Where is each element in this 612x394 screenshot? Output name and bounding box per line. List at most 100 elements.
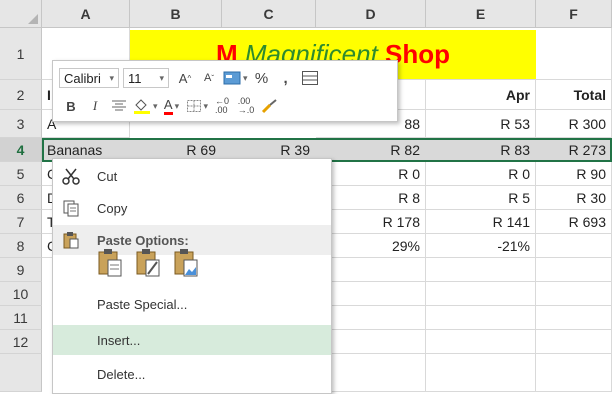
shrink-font-icon: A: [203, 72, 212, 84]
column-header-f[interactable]: F: [536, 0, 612, 28]
row-header-7[interactable]: 7: [0, 210, 42, 234]
italic-button[interactable]: I: [83, 95, 107, 117]
fill-color-button[interactable]: ▾: [131, 95, 160, 117]
cell-e2[interactable]: Apr: [426, 80, 536, 110]
cell-e13[interactable]: [426, 354, 536, 392]
menu-item-cut[interactable]: Cut: [53, 161, 331, 191]
menu-item-insert[interactable]: Insert...: [53, 325, 331, 355]
column-header-d[interactable]: D: [316, 0, 426, 28]
borders-button[interactable]: ▾: [184, 95, 211, 117]
paintbrush-icon: [262, 99, 277, 114]
cell-e8[interactable]: -21%: [426, 234, 536, 258]
decrease-decimal-button[interactable]: .00 →.0: [234, 95, 258, 117]
chevron-down-icon: ▾: [174, 100, 180, 111]
cell-styles-button[interactable]: ▾: [221, 67, 250, 89]
comma-style-button[interactable]: ,: [274, 67, 298, 89]
decrease-decimal-icon: .00 →.0: [237, 96, 255, 115]
row-header-1[interactable]: 1: [0, 28, 42, 80]
font-name-box[interactable]: Calibri ▾: [59, 68, 119, 88]
cell-f2[interactable]: Total: [536, 80, 612, 110]
decrease-font-size-button[interactable]: Aˇ: [197, 67, 221, 89]
cell-d8[interactable]: 29%: [316, 234, 426, 258]
clipboard-icon: [53, 231, 89, 249]
row-header-11[interactable]: 11: [0, 306, 42, 330]
cell-e7[interactable]: R 141: [426, 210, 536, 234]
menu-item-delete[interactable]: Delete...: [53, 359, 331, 389]
cell-f1[interactable]: [536, 28, 612, 80]
cell-d7[interactable]: R 178: [316, 210, 426, 234]
menu-item-paste-special[interactable]: Paste Special...: [53, 289, 331, 319]
mini-toolbar-row-1: Calibri ▾ 11 ▾ A ^ Aˇ ▾ % ,: [59, 65, 322, 91]
cell-d13[interactable]: [316, 354, 426, 392]
paste-picture-icon[interactable]: [173, 248, 199, 278]
font-color-icon: A: [163, 97, 173, 115]
cell-d6[interactable]: R 8: [316, 186, 426, 210]
cell-e12[interactable]: [426, 330, 536, 354]
increase-decimal-button[interactable]: ←0.00: [210, 95, 234, 117]
cell-f12[interactable]: [536, 330, 612, 354]
row-header-3[interactable]: 3: [0, 110, 42, 138]
align-center-icon: [112, 100, 126, 111]
chevron-down-icon: ▾: [243, 72, 248, 83]
scissors-icon: [53, 167, 89, 185]
format-table-button[interactable]: [298, 67, 322, 89]
cell-f3[interactable]: R 300: [536, 110, 612, 138]
cell-d12[interactable]: [316, 330, 426, 354]
menu-item-label: Paste Special...: [97, 296, 188, 312]
column-header-b[interactable]: B: [130, 0, 222, 28]
bold-button[interactable]: B: [59, 95, 83, 117]
mini-toolbar: Calibri ▾ 11 ▾ A ^ Aˇ ▾ % , B I ▾ A ▾ ▾ …: [52, 60, 398, 122]
cell-d9[interactable]: [316, 258, 426, 282]
font-color-button[interactable]: A ▾: [160, 95, 184, 117]
cell-f13[interactable]: [536, 354, 612, 392]
row-header-13[interactable]: [0, 354, 42, 392]
cell-e10[interactable]: [426, 282, 536, 306]
row-header-10[interactable]: 10: [0, 282, 42, 306]
row-header-8[interactable]: 8: [0, 234, 42, 258]
cell-e9[interactable]: [426, 258, 536, 282]
row-header-4[interactable]: 4: [0, 138, 42, 162]
align-center-button[interactable]: [107, 95, 131, 117]
font-size-box[interactable]: 11 ▾: [123, 68, 169, 88]
row-header-6[interactable]: 6: [0, 186, 42, 210]
font-size-value: 11: [128, 70, 142, 86]
cell-f7[interactable]: R 693: [536, 210, 612, 234]
cell-f5[interactable]: R 90: [536, 162, 612, 186]
cell-d11[interactable]: [316, 306, 426, 330]
cell-f11[interactable]: [536, 306, 612, 330]
select-all-corner[interactable]: [0, 0, 42, 28]
percent-style-button[interactable]: %: [250, 67, 274, 89]
row-header-9[interactable]: 9: [0, 258, 42, 282]
cell-d5[interactable]: R 0: [316, 162, 426, 186]
format-painter-button[interactable]: [258, 95, 282, 117]
paste-icon[interactable]: [97, 248, 123, 278]
column-header-e[interactable]: E: [426, 0, 536, 28]
column-header-a[interactable]: A: [42, 0, 130, 28]
chevron-down-icon: ▾: [109, 72, 114, 83]
cell-f10[interactable]: [536, 282, 612, 306]
cell-f6[interactable]: R 30: [536, 186, 612, 210]
increase-decimal-icon: ←0.00: [215, 96, 230, 115]
menu-item-copy[interactable]: Copy: [53, 193, 331, 223]
context-menu: Cut Copy Paste Options: Paste Special...…: [52, 158, 332, 394]
cell-d10[interactable]: [316, 282, 426, 306]
cell-f8[interactable]: [536, 234, 612, 258]
row-header-2[interactable]: 2: [0, 80, 42, 110]
menu-item-label: Delete...: [97, 366, 146, 382]
cell-e11[interactable]: [426, 306, 536, 330]
chevron-down-icon: ▾: [159, 72, 164, 83]
cell-e5[interactable]: R 0: [426, 162, 536, 186]
cell-f9[interactable]: [536, 258, 612, 282]
font-name-value: Calibri: [64, 70, 101, 86]
chevron-down-icon: ▾: [153, 100, 158, 111]
paste-formulas-icon[interactable]: [135, 248, 161, 278]
row-header-12[interactable]: 12: [0, 330, 42, 354]
cell-e6[interactable]: R 5: [426, 186, 536, 210]
row-header-5[interactable]: 5: [0, 162, 42, 186]
table-icon: [301, 71, 318, 85]
cell-e3[interactable]: R 53: [426, 110, 536, 138]
column-header-c[interactable]: C: [222, 0, 316, 28]
cell-styles-icon: [223, 71, 241, 85]
increase-font-size-button[interactable]: A ^: [173, 67, 197, 89]
mini-toolbar-row-2: B I ▾ A ▾ ▾ ←0 .00 .00 →.0: [59, 93, 282, 119]
